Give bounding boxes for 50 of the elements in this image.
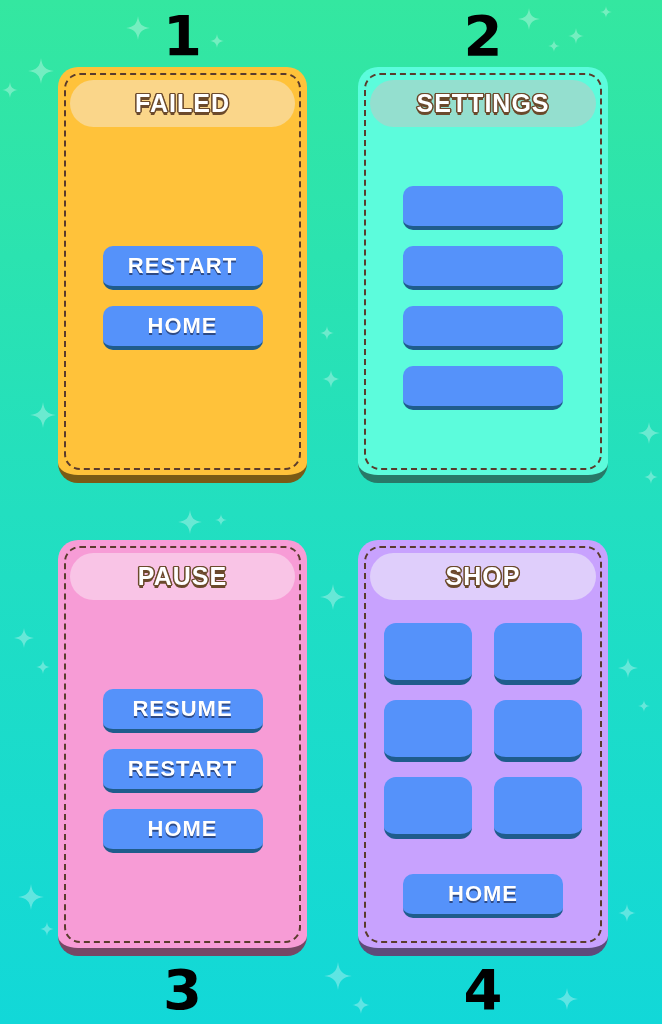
blank-button[interactable] bbox=[403, 305, 563, 350]
sparkle-icon bbox=[210, 34, 224, 48]
blank-button[interactable] bbox=[403, 185, 563, 230]
sparkle-icon bbox=[320, 584, 346, 610]
menu-button[interactable]: HOME bbox=[102, 808, 263, 853]
sparkle-icon bbox=[322, 370, 340, 388]
sparkle-icon bbox=[352, 996, 370, 1014]
panel-title: SHOP bbox=[370, 553, 596, 600]
sparkle-icon bbox=[556, 988, 578, 1010]
blank-button[interactable] bbox=[403, 245, 563, 290]
panel-title: PAUSE bbox=[70, 553, 295, 600]
sparkle-icon bbox=[638, 700, 650, 712]
sparkle-icon bbox=[518, 8, 540, 30]
menu-button[interactable]: HOME bbox=[403, 874, 563, 918]
panel-number: 3 bbox=[163, 956, 202, 1024]
sparkle-icon bbox=[14, 628, 34, 648]
panel-title: SETTINGS bbox=[370, 80, 596, 127]
blank-tile[interactable] bbox=[384, 623, 472, 685]
sparkle-icon bbox=[548, 40, 560, 52]
menu-button[interactable]: RESTART bbox=[102, 245, 263, 290]
menu-button[interactable]: HOME bbox=[102, 305, 263, 350]
sparkle-icon bbox=[18, 884, 44, 910]
sparkle-icon bbox=[126, 16, 150, 40]
sparkle-icon bbox=[215, 514, 227, 526]
menu-button[interactable]: RESUME bbox=[102, 688, 263, 733]
blank-button[interactable] bbox=[403, 365, 563, 410]
sparkle-icon bbox=[568, 28, 584, 44]
sparkle-icon bbox=[2, 82, 18, 98]
menu-button[interactable]: RESTART bbox=[102, 748, 263, 793]
panel-number: 1 bbox=[163, 2, 202, 67]
blank-tile[interactable] bbox=[494, 700, 582, 762]
sparkle-icon bbox=[600, 6, 612, 18]
blank-tile[interactable] bbox=[494, 777, 582, 839]
sparkle-icon bbox=[28, 58, 54, 84]
sparkle-icon bbox=[618, 658, 638, 678]
blank-tile[interactable] bbox=[384, 700, 472, 762]
blank-tile[interactable] bbox=[494, 623, 582, 685]
panel-number: 4 bbox=[463, 956, 503, 1024]
sparkle-icon bbox=[320, 326, 334, 340]
sparkle-icon bbox=[324, 962, 352, 990]
sparkle-icon bbox=[638, 422, 660, 444]
sparkle-icon bbox=[36, 660, 50, 674]
sparkle-icon bbox=[618, 904, 636, 922]
panel-title: FAILED bbox=[70, 80, 295, 127]
sparkle-icon bbox=[178, 510, 202, 534]
panel-number: 2 bbox=[463, 2, 503, 67]
blank-tile[interactable] bbox=[384, 777, 472, 839]
sparkle-icon bbox=[30, 402, 56, 428]
sparkle-icon bbox=[40, 922, 54, 936]
sparkle-icon bbox=[644, 470, 658, 484]
